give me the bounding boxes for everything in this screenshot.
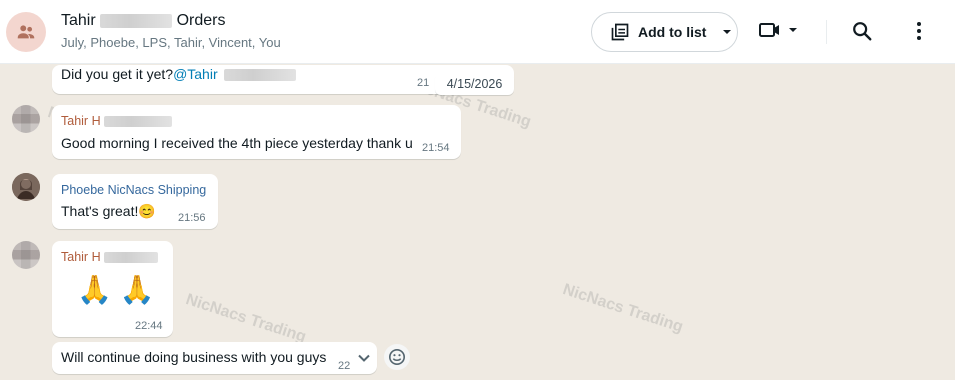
message-time: 22	[338, 360, 351, 372]
message-text: Will continue doing business with you gu…	[61, 349, 327, 365]
avatar[interactable]	[12, 105, 40, 133]
message-text: That's great!😊	[61, 203, 156, 219]
group-avatar[interactable]	[6, 12, 46, 52]
video-call-icon	[759, 23, 779, 37]
message-time: 22:44	[135, 320, 163, 332]
react-emoji-button[interactable]	[384, 344, 410, 370]
add-to-list-icon	[611, 23, 629, 41]
sender-name[interactable]: Tahir H	[61, 250, 159, 264]
mention[interactable]: @Tahir	[173, 66, 218, 82]
message-bubble[interactable]: Tahir H Good morning I received the 4th …	[52, 105, 461, 159]
search-button[interactable]	[851, 20, 873, 47]
menu-button[interactable]	[909, 20, 929, 47]
message-bubble[interactable]: Phoebe NicNacs Shipping That's great!😊 2…	[52, 174, 218, 229]
message-time: 21	[417, 77, 430, 89]
message-bubble[interactable]: Tahir H 🙏 🙏 22:44	[52, 241, 173, 337]
add-to-list-label: Add to list	[638, 24, 707, 40]
chat-title-suffix: Orders	[176, 12, 226, 29]
message-text: Did you get it yet?@Tahir	[61, 66, 296, 82]
search-icon	[853, 22, 872, 41]
pray-emoji: 🙏 🙏	[77, 274, 155, 305]
message-text: Good morning I received the 4th piece ye…	[61, 135, 413, 151]
video-caret-down-icon	[789, 28, 797, 32]
chat-header: Tahir Orders July, Phoebe, LPS, Tahir, V…	[0, 0, 955, 64]
message-time: 21:56	[178, 212, 206, 224]
message-time: 21:54	[422, 142, 450, 154]
video-call-button[interactable]	[758, 18, 798, 42]
watermark: NicNacs Trading	[560, 281, 686, 336]
sender-name[interactable]: Phoebe NicNacs Shipping	[61, 183, 206, 197]
more-vert-icon	[917, 22, 921, 40]
avatar[interactable]	[12, 241, 40, 269]
message-bubble[interactable]: Will continue doing business with you gu…	[52, 342, 377, 374]
redacted-name	[100, 13, 173, 28]
date-chip: 4/15/2026	[435, 73, 514, 95]
smile-emoji: 😊	[138, 203, 156, 219]
participants-list[interactable]: July, Phoebe, LPS, Tahir, Vincent, You	[61, 35, 281, 50]
redacted-name	[223, 69, 296, 82]
chevron-down-icon[interactable]	[357, 351, 371, 365]
smiley-icon	[388, 348, 406, 366]
caret-down-icon	[723, 30, 732, 34]
header-divider	[826, 20, 827, 44]
profile-photo-icon	[12, 173, 40, 201]
chat-title[interactable]: Tahir Orders	[61, 12, 226, 30]
redacted-name	[104, 252, 159, 264]
chat-title-prefix: Tahir	[61, 12, 96, 29]
add-to-list-button[interactable]: Add to list	[591, 12, 738, 52]
sender-name[interactable]: Tahir H	[61, 114, 173, 128]
chat-area[interactable]: NicNacs Trading NicNacs Trading NicNacs …	[0, 65, 955, 380]
redacted-name	[104, 116, 173, 128]
group-icon	[17, 25, 35, 39]
watermark: NicNacs Trading	[183, 291, 309, 346]
avatar[interactable]	[12, 173, 40, 201]
